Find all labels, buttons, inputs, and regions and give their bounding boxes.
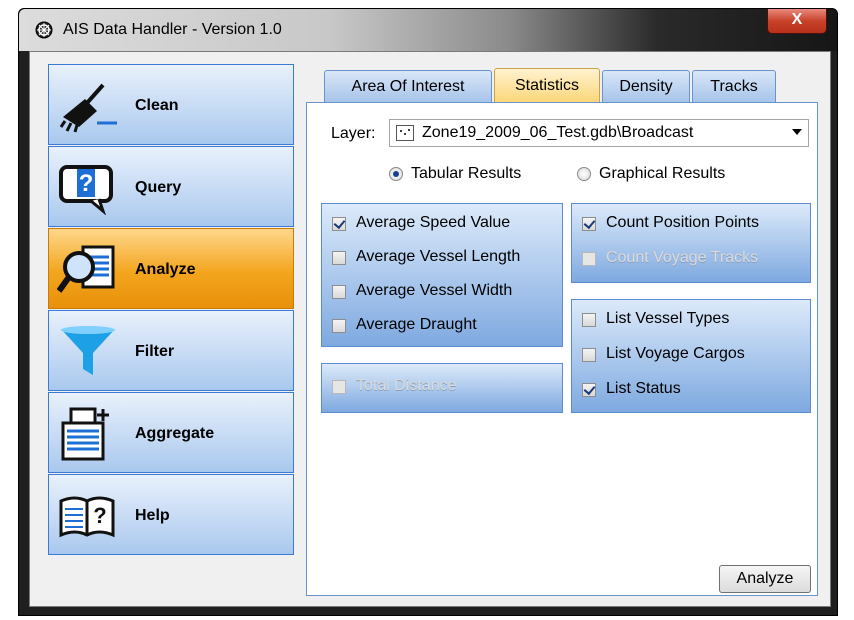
checkbox[interactable] [582,348,596,362]
svg-text:?: ? [93,503,106,528]
checkbox[interactable] [332,319,346,333]
tab-statistics[interactable]: Statistics [494,68,600,102]
title-bar[interactable]: AIS Data Handler - Version 1.0 X [19,9,837,51]
magnifier-document-icon [57,245,115,293]
radio-button[interactable] [577,167,591,181]
checkbox-label: Count Voyage Tracks [606,249,759,266]
client-area: Clean ? Query Analyze Filter Aggregate ?… [29,51,831,607]
sidebar-item-query[interactable]: ? Query [48,146,294,227]
sidebar-item-label: Analyze [135,261,196,278]
sidebar-item-label: Aggregate [135,425,215,442]
layer-value: Zone19_2009_06_Test.gdb\Broadcast [422,124,694,141]
speech-question-icon: ? [59,165,113,215]
checkbox-label: List Status [606,380,681,397]
checkbox-label: Total Distance [356,377,457,394]
radio-label: Graphical Results [599,165,726,182]
group-counts: Count Position Points Count Voyage Track… [571,203,811,283]
checkbox[interactable] [332,251,346,265]
broom-icon [59,83,117,133]
checkbox-label: Average Vessel Width [356,282,513,299]
radio-tabular-results[interactable]: Tabular Results [389,165,569,187]
group-distance: Total Distance [321,363,563,413]
sidebar-item-aggregate[interactable]: Aggregate [48,392,294,473]
sidebar-item-label: Query [135,179,182,196]
analyze-button[interactable]: Analyze [719,565,811,593]
checkbox-label: List Voyage Cargos [606,345,745,362]
statistics-panel: Layer: Zone19_2009_06_Test.gdb\Broadcast… [306,102,818,596]
radio-graphical-results[interactable]: Graphical Results [577,165,767,187]
radio-label: Tabular Results [411,165,522,182]
app-logo-icon [35,21,53,39]
sidebar-item-label: Help [135,507,170,524]
checkbox-label: Average Speed Value [356,214,511,231]
checkbox[interactable] [332,285,346,299]
sidebar-item-label: Filter [135,343,175,360]
tab-tracks[interactable]: Tracks [692,70,776,102]
tab-density[interactable]: Density [602,70,690,102]
checkbox[interactable] [582,313,596,327]
sidebar-item-clean[interactable]: Clean [48,64,294,145]
point-layer-icon [396,125,414,141]
group-averages: Average Speed Value Average Vessel Lengt… [321,203,563,347]
svg-text:?: ? [79,170,94,197]
layer-dropdown[interactable]: Zone19_2009_06_Test.gdb\Broadcast [389,119,809,147]
layer-label: Layer: [331,125,376,142]
sidebar: Clean ? Query Analyze Filter Aggregate ?… [48,64,296,556]
checkbox[interactable] [332,217,346,231]
dropdown-arrow-icon[interactable] [792,129,802,135]
checkbox-label: Average Draught [356,316,477,333]
checkbox[interactable] [582,383,596,397]
sidebar-item-label: Clean [135,97,179,114]
app-window: AIS Data Handler - Version 1.0 X Clean ? [18,8,838,616]
radio-button[interactable] [389,167,403,181]
sidebar-item-help[interactable]: ? Help [48,474,294,555]
sidebar-item-filter[interactable]: Filter [48,310,294,391]
book-question-icon: ? [59,496,115,538]
sidebar-item-analyze[interactable]: Analyze [48,228,294,309]
add-documents-icon [61,407,109,461]
checkbox-label: Count Position Points [606,214,759,231]
close-button[interactable]: X [767,9,827,34]
funnel-icon [61,326,115,375]
checkbox[interactable] [582,252,596,266]
group-lists: List Vessel Types List Voyage Cargos Lis… [571,299,811,413]
window-title: AIS Data Handler - Version 1.0 [63,21,282,38]
checkbox[interactable] [332,380,346,394]
checkbox-label: Average Vessel Length [356,248,521,265]
tab-container: Area Of Interest Statistics Density Trac… [306,68,818,596]
checkbox[interactable] [582,217,596,231]
checkbox-label: List Vessel Types [606,310,730,327]
tab-area-of-interest[interactable]: Area Of Interest [324,70,492,102]
